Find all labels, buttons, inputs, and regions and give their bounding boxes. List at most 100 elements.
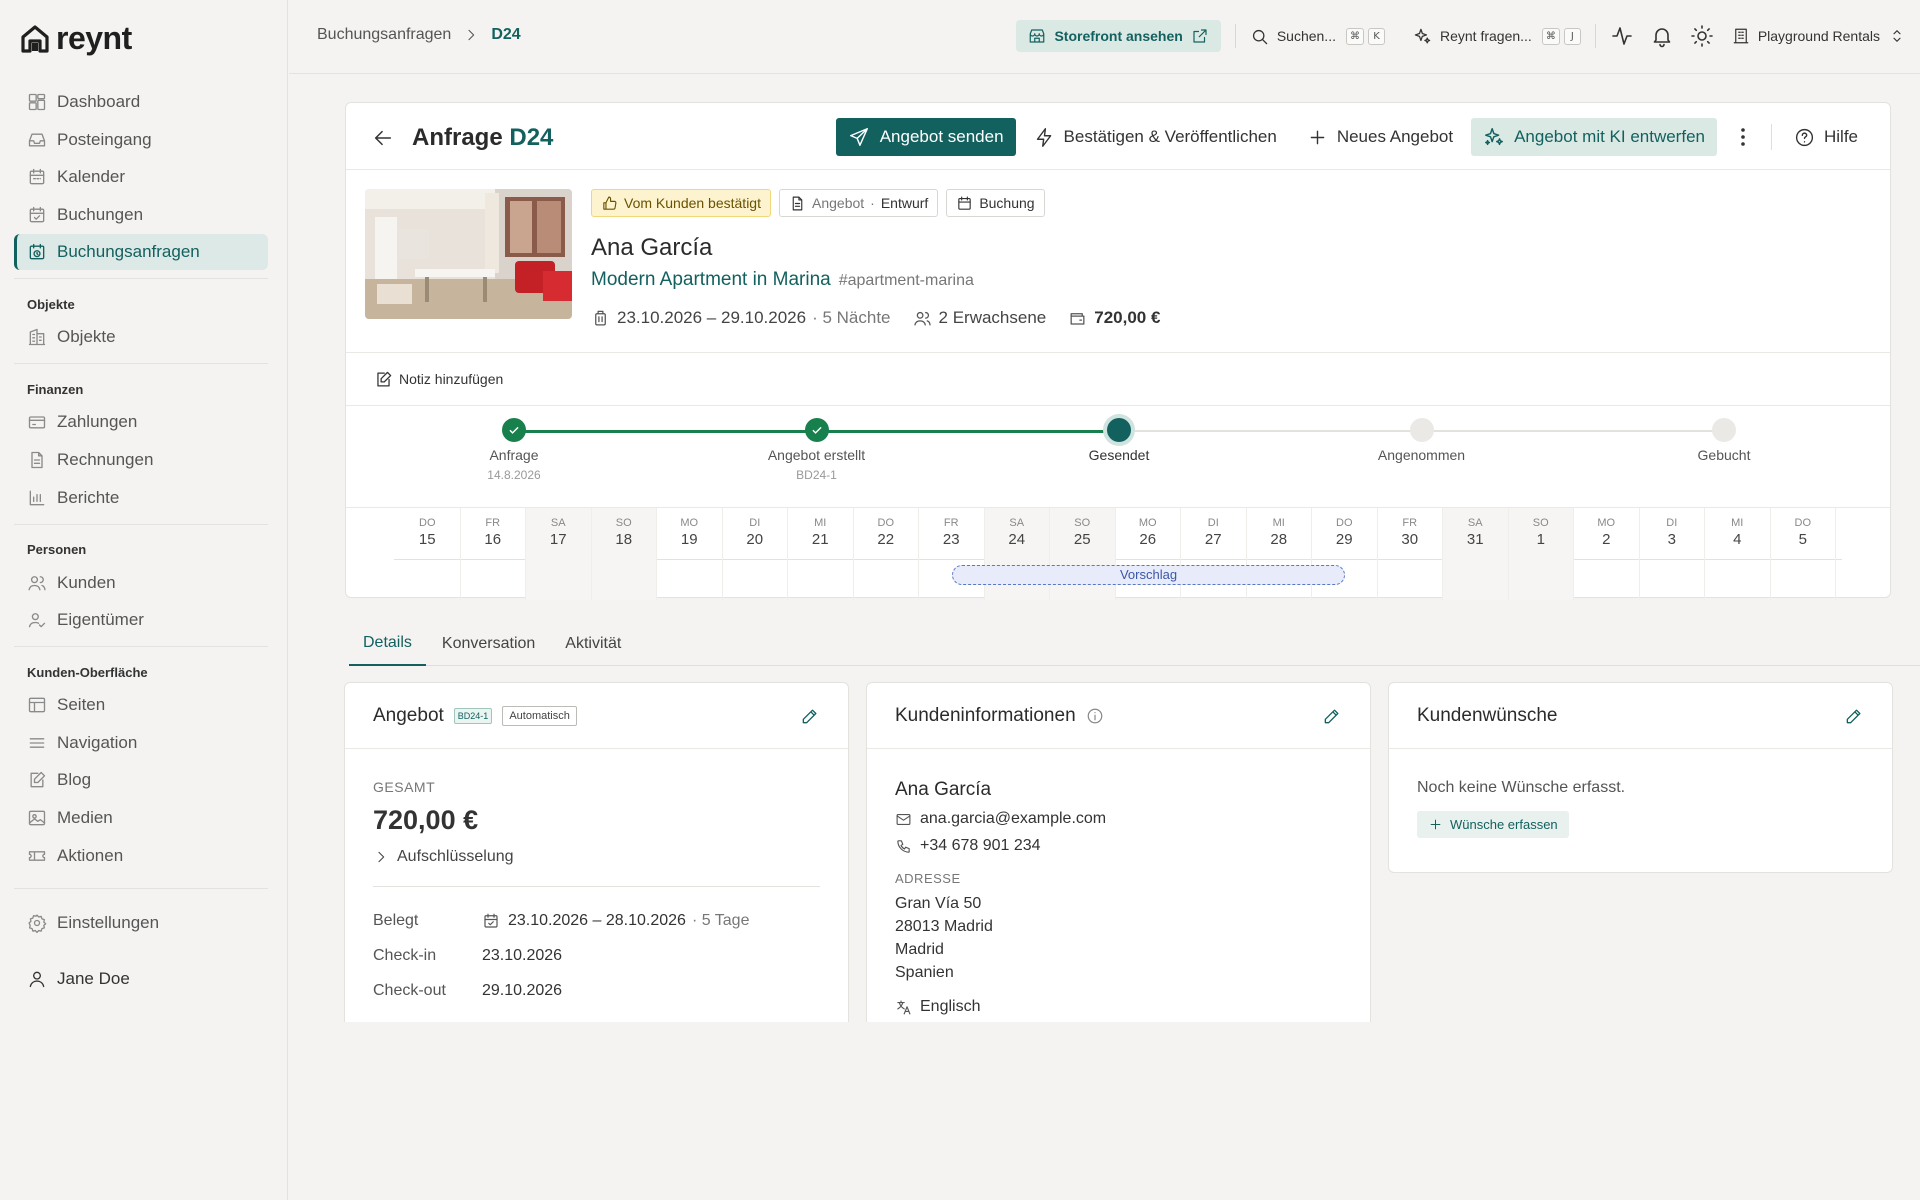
proposal-range[interactable]: Vorschlag <box>952 565 1345 585</box>
sidebar-item-rechnungen[interactable]: Rechnungen <box>14 442 268 478</box>
pages-icon <box>27 695 47 715</box>
calendar-day[interactable]: MO 26 <box>1116 508 1181 600</box>
blog-icon <box>27 770 47 790</box>
pencil-icon[interactable] <box>1844 706 1864 726</box>
ask-ai-button[interactable]: Reynt fragen... ⌘ J <box>1413 27 1581 46</box>
storefront-button[interactable]: Storefront ansehen <box>1016 20 1221 52</box>
new-offer-button[interactable]: Neues Angebot <box>1295 118 1465 156</box>
pencil-icon[interactable] <box>800 706 820 726</box>
calendar-day[interactable]: MO 19 <box>657 508 723 600</box>
calendar-day[interactable]: FR 30 <box>1378 508 1443 600</box>
payments-icon <box>27 412 47 432</box>
customer-phone[interactable]: +34 678 901 234 <box>920 837 1041 855</box>
send-offer-button[interactable]: Angebot senden <box>835 118 1016 156</box>
app-logo[interactable]: reynt <box>20 20 132 57</box>
calendar-day[interactable]: SA 24 <box>984 508 1050 600</box>
nav-section-objekte: Objekte <box>27 296 75 312</box>
tab-activity[interactable]: Aktivität <box>551 622 635 666</box>
pencil-icon[interactable] <box>1322 706 1342 726</box>
checkout-value: 29.10.2026 <box>482 981 563 999</box>
step-label: Gebucht <box>1697 447 1751 463</box>
detail-tabs: Details Konversation Aktivität <box>349 622 1920 666</box>
sun-icon[interactable] <box>1690 24 1714 48</box>
sidebar-item-kalender[interactable]: Kalender <box>14 159 268 195</box>
day-of-week: MI <box>814 517 827 529</box>
calendar-day[interactable]: DI 27 <box>1181 508 1247 600</box>
sidebar-item-label: Blog <box>57 770 92 790</box>
customer-wishes-card: Kundenwünsche Noch keine Wünsche erfasst… <box>1388 682 1893 873</box>
sidebar-item-berichte[interactable]: Berichte <box>14 480 268 516</box>
activity-icon[interactable] <box>1610 24 1634 48</box>
calendar-day[interactable]: SO 1 <box>1508 508 1574 600</box>
arrow-left-icon[interactable] <box>372 127 394 149</box>
calendar-day[interactable]: DO 5 <box>1771 508 1836 600</box>
sidebar-item-label: Einstellungen <box>57 912 160 932</box>
calendar-day[interactable]: DI 20 <box>723 508 788 600</box>
calendar-day[interactable]: MI 28 <box>1247 508 1312 600</box>
breadcrumb-parent[interactable]: Buchungsanfragen <box>317 26 451 44</box>
sidebar-item-seiten[interactable]: Seiten <box>14 687 268 723</box>
calendar-day[interactable]: DO 22 <box>854 508 919 600</box>
sidebar-item-kunden[interactable]: Kunden <box>14 565 268 601</box>
step-angebot-erstellt: Angebot erstellt BD24-1 <box>717 418 917 482</box>
calendar-day[interactable]: SO 18 <box>591 508 657 600</box>
day-number: 4 <box>1733 531 1742 548</box>
step-dot <box>1409 418 1434 442</box>
sidebar-item-navigation[interactable]: Navigation <box>14 725 268 761</box>
calendar-day[interactable]: DO 29 <box>1312 508 1378 600</box>
sidebar-user[interactable]: Jane Doe <box>14 961 268 997</box>
info-icon[interactable] <box>1086 707 1104 725</box>
sidebar-item-zahlungen[interactable]: Zahlungen <box>14 404 268 440</box>
calendar-day[interactable]: DO 15 <box>395 508 461 600</box>
calendar-icon <box>956 195 973 212</box>
more-options-icon[interactable] <box>1731 125 1755 149</box>
ai-draft-offer-button[interactable]: Angebot mit KI entwerfen <box>1471 118 1717 156</box>
sidebar-item-label: Eigentümer <box>57 610 144 630</box>
sidebar-item-eigent-mer[interactable]: Eigentümer <box>14 602 268 638</box>
calendar-day[interactable]: SO 25 <box>1050 508 1116 600</box>
confirm-publish-button[interactable]: Bestätigen & Veröffentlichen <box>1022 118 1289 156</box>
sidebar-item-posteingang[interactable]: Posteingang <box>14 122 268 158</box>
calendar-day[interactable]: MI 4 <box>1705 508 1771 600</box>
listing-name-link[interactable]: Modern Apartment in Marina <box>591 269 831 291</box>
sidebar-item-aktionen[interactable]: Aktionen <box>14 838 268 874</box>
sidebar-item-settings[interactable]: Einstellungen <box>14 905 268 941</box>
organization-switcher[interactable]: Playground Rentals <box>1732 27 1906 45</box>
day-of-week: MO <box>1138 517 1157 529</box>
breakdown-toggle[interactable]: Aufschlüsselung <box>373 848 820 866</box>
offer-status-badge[interactable]: Angebot · Entwurf <box>779 189 939 217</box>
day-number: 20 <box>746 531 764 548</box>
calendar-day[interactable]: MO 2 <box>1574 508 1640 600</box>
tab-details[interactable]: Details <box>349 622 426 666</box>
sidebar-item-buchungsanfragen[interactable]: Buchungsanfragen <box>14 234 268 271</box>
occupied-row: Belegt 23.10.2026 – 28.10.2026 · 5 Tage <box>373 903 820 938</box>
tab-conversation[interactable]: Konversation <box>428 622 549 666</box>
confirm-publish-label: Bestätigen & Veröffentlichen <box>1063 127 1277 146</box>
calendar-day[interactable]: FR 23 <box>919 508 985 600</box>
actions-divider <box>1770 124 1772 150</box>
calendar-day[interactable]: DI 3 <box>1640 508 1705 600</box>
step-dot <box>1712 418 1736 442</box>
calendar-day[interactable]: MI 21 <box>788 508 854 600</box>
sidebar-item-label: Berichte <box>57 487 120 507</box>
add-note-button[interactable]: Notiz hinzufügen <box>346 353 1890 406</box>
booking-badge[interactable]: Buchung <box>946 189 1045 217</box>
sidebar-item-dashboard[interactable]: Dashboard <box>14 84 268 120</box>
bell-icon[interactable] <box>1650 24 1674 48</box>
day-of-week: MO <box>680 517 699 529</box>
add-wishes-button[interactable]: Wünsche erfassen <box>1417 811 1569 838</box>
sidebar-item-medien[interactable]: Medien <box>14 800 268 836</box>
customer-email[interactable]: ana.garcia@example.com <box>920 810 1106 828</box>
help-button[interactable]: Hilfe <box>1782 118 1870 156</box>
guest-name: Ana García <box>591 234 713 261</box>
calendar-day[interactable]: FR 16 <box>461 508 526 600</box>
search-button[interactable]: Suchen... ⌘ K <box>1250 27 1385 46</box>
sidebar-item-blog[interactable]: Blog <box>14 762 268 798</box>
navigation-icon <box>27 733 47 753</box>
sidebar-item-buchungen[interactable]: Buchungen <box>14 197 268 233</box>
day-number: 24 <box>1008 531 1026 548</box>
sidebar-item-objekte[interactable]: Objekte <box>14 319 268 355</box>
calendar-day[interactable]: SA 31 <box>1443 508 1509 600</box>
logo-text: reynt <box>56 20 132 56</box>
calendar-day[interactable]: SA 17 <box>526 508 592 600</box>
